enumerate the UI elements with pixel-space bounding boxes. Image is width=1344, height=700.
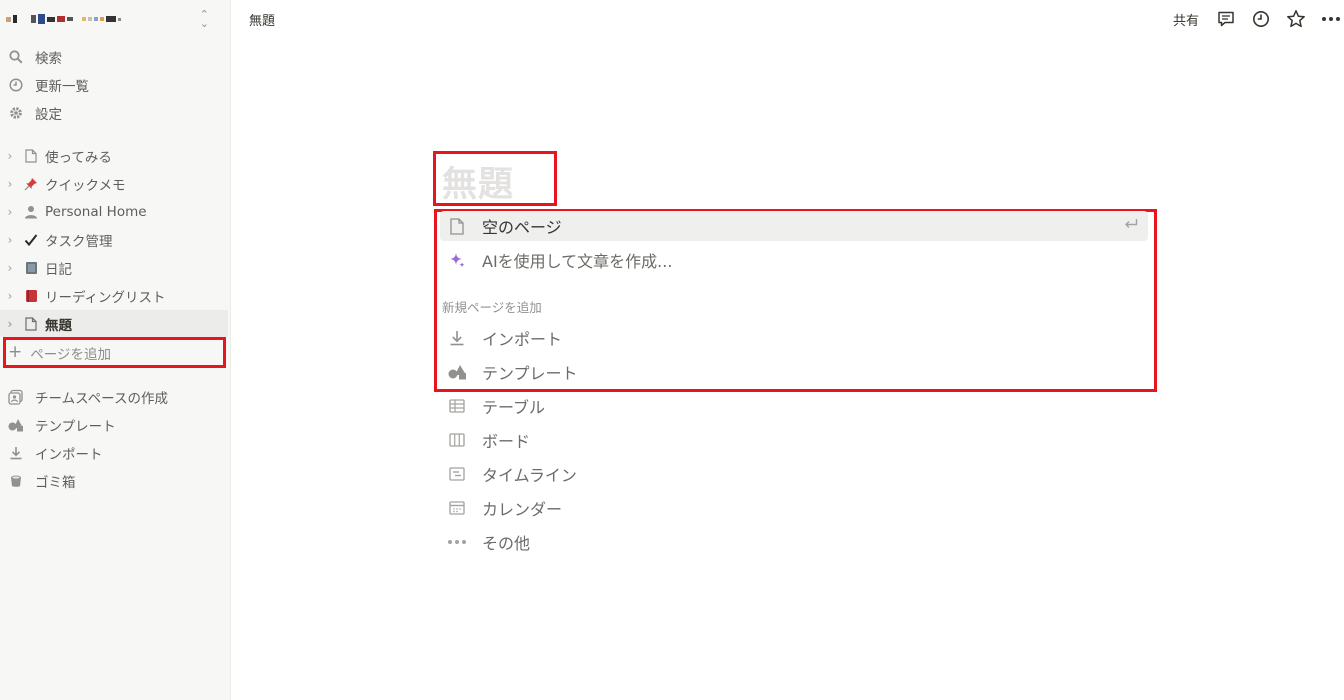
sidebar-page-label: クイックメモ (45, 177, 126, 194)
more-label: その他 (482, 534, 531, 553)
comment-icon[interactable] (1215, 8, 1237, 30)
breadcrumb-page-title[interactable]: 無題 (249, 10, 275, 29)
sidebar-settings[interactable]: 設定 (6, 100, 226, 126)
chevron-right-icon[interactable]: › (0, 289, 20, 303)
sidebar-page-quickmemo[interactable]: › クイックメモ (0, 170, 228, 197)
sidebar: ⌃ ⌄ 検索 更新一覧 設定 › 使ってみる › クイックメモ › Person… (0, 0, 231, 700)
sidebar-page-label: 日記 (45, 261, 72, 278)
timeline-label: タイムライン (482, 466, 577, 485)
sidebar-page-label: Personal Home (45, 203, 147, 220)
calendar-option[interactable]: カレンダー (440, 493, 1148, 523)
table-option[interactable]: テーブル (440, 391, 1148, 421)
sidebar-page-label: リーディングリスト (45, 289, 166, 306)
sidebar-trash[interactable]: ゴミ箱 (6, 468, 226, 494)
topbar-actions: 共有 (1173, 8, 1344, 30)
star-icon[interactable] (1285, 8, 1307, 30)
add-page-button[interactable]: + ページを追加 (3, 337, 226, 368)
page-title-placeholder[interactable]: 無題 (442, 156, 514, 207)
table-label: テーブル (482, 398, 546, 417)
sidebar-page-tsukattemiru[interactable]: › 使ってみる (0, 142, 228, 169)
workspace-switcher[interactable]: ⌃ ⌄ (6, 8, 221, 30)
board-icon (440, 433, 474, 447)
chevron-updown-icon[interactable]: ⌃ ⌄ (200, 9, 209, 29)
checkmark-icon (20, 230, 42, 250)
ai-write-label: AIを使用して文章を作成... (482, 252, 673, 271)
shapes-icon (440, 364, 474, 380)
calendar-icon (440, 501, 474, 515)
template-label: テンプレート (482, 364, 578, 383)
workspace-name-pixelated (6, 14, 121, 24)
page-icon (20, 146, 42, 166)
shapes-icon (6, 415, 26, 435)
timeline-icon (440, 467, 474, 481)
add-page-label: ページを追加 (30, 346, 111, 363)
enter-key-icon (1124, 218, 1138, 234)
sidebar-trash-label: ゴミ箱 (35, 475, 76, 491)
sidebar-search[interactable]: 検索 (6, 44, 226, 70)
template-option[interactable]: テンプレート (440, 357, 1148, 387)
person-icon (20, 202, 42, 222)
empty-page-option[interactable]: 空のページ (440, 211, 1148, 241)
more-horizontal-icon[interactable] (1320, 8, 1342, 30)
timeline-option[interactable]: タイムライン (440, 459, 1148, 489)
sparkle-icon (440, 251, 474, 269)
board-label: ボード (482, 432, 531, 451)
sidebar-page-label: 無題 (45, 317, 72, 334)
history-clock-icon[interactable] (1250, 8, 1272, 30)
sidebar-page-personal-home[interactable]: › Personal Home (0, 198, 228, 225)
empty-page-label: 空のページ (482, 218, 562, 237)
table-icon (440, 399, 474, 413)
import-label: インポート (482, 330, 563, 349)
sidebar-create-teamspace[interactable]: チームスペースの作成 (6, 384, 226, 410)
pushpin-icon (20, 174, 42, 194)
clock-icon (6, 75, 26, 95)
sidebar-templates-label: テンプレート (35, 419, 116, 435)
sidebar-page-label: タスク管理 (45, 233, 113, 250)
more-option[interactable]: その他 (440, 527, 1148, 557)
more-horizontal-icon (440, 539, 474, 545)
chevron-right-icon[interactable]: › (0, 233, 20, 247)
chevron-right-icon[interactable]: › (0, 205, 20, 219)
sidebar-page-task[interactable]: › タスク管理 (0, 226, 228, 253)
import-option[interactable]: インポート (440, 323, 1148, 353)
page-icon (440, 217, 474, 235)
sidebar-import-label: インポート (35, 447, 103, 463)
sidebar-page-label: 使ってみる (45, 149, 112, 166)
plus-icon: + (8, 342, 23, 362)
sidebar-search-label: 検索 (35, 51, 62, 67)
sidebar-updates[interactable]: 更新一覧 (6, 72, 226, 98)
sidebar-page-diary[interactable]: › 日記 (0, 254, 228, 281)
calendar-label: カレンダー (482, 500, 563, 519)
board-option[interactable]: ボード (440, 425, 1148, 455)
sidebar-page-reading-list[interactable]: › リーディングリスト (0, 282, 228, 309)
download-icon (440, 330, 474, 346)
red-book-icon (20, 286, 42, 306)
chevron-right-icon[interactable]: › (0, 261, 20, 275)
search-icon (6, 47, 26, 67)
sidebar-create-teamspace-label: チームスペースの作成 (35, 391, 168, 407)
add-new-page-section-label: 新規ページを追加 (442, 300, 542, 315)
chevron-right-icon[interactable]: › (0, 317, 20, 331)
chevron-right-icon[interactable]: › (0, 177, 20, 191)
chevron-right-icon[interactable]: › (0, 149, 20, 163)
sidebar-import[interactable]: インポート (6, 440, 226, 466)
sidebar-settings-label: 設定 (35, 107, 62, 123)
sidebar-page-untitled[interactable]: › 無題 (0, 310, 228, 337)
share-button[interactable]: 共有 (1173, 10, 1199, 29)
download-icon (6, 443, 26, 463)
gear-icon (6, 103, 26, 123)
trash-icon (6, 471, 26, 491)
page-icon (20, 314, 42, 334)
notebook-icon (20, 258, 42, 278)
sidebar-updates-label: 更新一覧 (35, 79, 89, 95)
teamspace-icon (6, 387, 26, 407)
ai-write-option[interactable]: AIを使用して文章を作成... (440, 245, 1148, 275)
sidebar-templates[interactable]: テンプレート (6, 412, 226, 438)
